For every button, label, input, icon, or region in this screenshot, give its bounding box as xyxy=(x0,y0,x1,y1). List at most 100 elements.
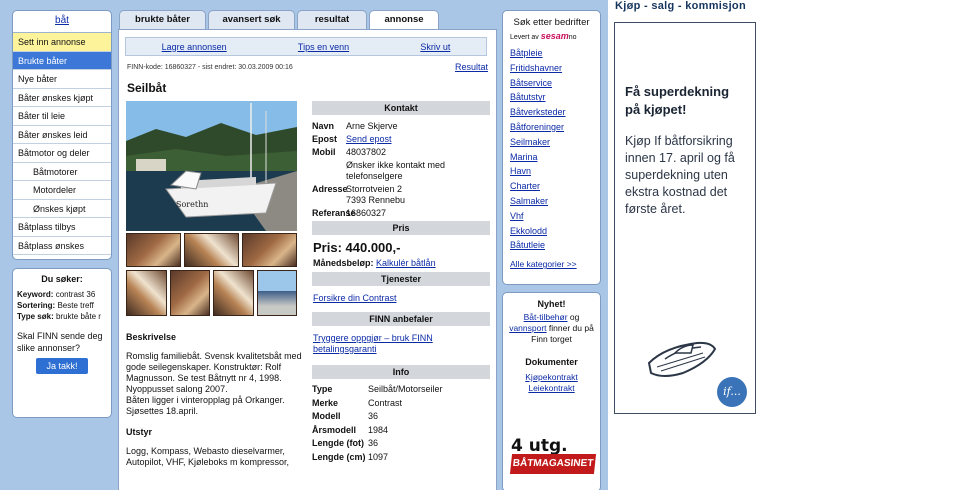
company-link[interactable]: Båtservice xyxy=(510,76,593,91)
thumbnail-2[interactable] xyxy=(184,233,239,267)
info-key: Lengde (fot) xyxy=(312,438,364,448)
nav-item-bater-onskes-kjopt[interactable]: Båter ønskes kjøpt xyxy=(13,89,111,107)
search-type-value: brukte båte r xyxy=(55,312,101,321)
company-link[interactable]: Fritidshavner xyxy=(510,61,593,76)
nav-item-batmotor-og-deler[interactable]: Båtmotor og deler xyxy=(13,144,111,163)
thumbnail-6[interactable] xyxy=(213,270,254,316)
magazine-logo: BÅTMAGASINET xyxy=(509,454,597,474)
insurance-banner-ad[interactable]: Få superdekning på kjøpet! Kjøp If båtfo… xyxy=(614,22,756,414)
company-link[interactable]: Havn xyxy=(510,164,593,179)
ad-title: Seilbåt xyxy=(127,81,167,95)
nav-item-batplass-onskes[interactable]: Båtplass ønskes xyxy=(13,237,111,255)
tab-annonse[interactable]: annonse xyxy=(369,10,439,31)
company-link[interactable]: Vhf xyxy=(510,209,593,224)
tip-friend-link[interactable]: Tips en venn xyxy=(298,42,349,52)
contact-name-label: Navn xyxy=(312,121,335,131)
banner-headline: Få superdekning på kjøpet! xyxy=(625,84,730,117)
company-link[interactable]: Charter xyxy=(510,179,593,194)
purchase-contract-link[interactable]: Kjøpekontrakt xyxy=(508,372,595,383)
magazine-ad[interactable]: 4 utg. BÅTMAGASINET xyxy=(509,436,597,490)
info-row: Type Seilbåt/Motorseiler xyxy=(312,383,490,396)
info-value: Seilbåt/Motorseiler xyxy=(368,384,443,394)
left-category-nav: båt Sett inn annonse Brukte båter Nye bå… xyxy=(12,10,112,260)
alert-question: Skal FINN sende deg slike annonser? xyxy=(17,331,103,353)
search-summary-box: Du søker: Keyword: contrast 36 Sortering… xyxy=(12,268,112,418)
boat-accessories-link[interactable]: Båt-tilbehør xyxy=(524,312,568,322)
monthly-label: Månedsbeløp: xyxy=(313,258,374,268)
all-categories-link[interactable]: Alle kategorier >> xyxy=(510,257,593,272)
company-link[interactable]: Ekkolodd xyxy=(510,224,593,239)
rental-contract-link[interactable]: Leiekontrakt xyxy=(508,383,595,394)
delivered-by-label: Levert av xyxy=(510,34,539,41)
description-text-1: Romslig familiebåt. Svensk kvalitetsbåt … xyxy=(126,351,302,383)
company-link[interactable]: Båtforeninger xyxy=(510,120,593,135)
nav-item-motordeler[interactable]: Motordeler xyxy=(13,181,111,200)
thumbnail-5[interactable] xyxy=(169,270,210,316)
main-photo[interactable]: Sorethn xyxy=(126,101,297,231)
send-email-link[interactable]: Send epost xyxy=(346,134,490,145)
thumbnail-7[interactable] xyxy=(256,270,297,316)
contact-name-row: Navn Arne Skjerve xyxy=(312,121,490,132)
nav-item-brukte-bater[interactable]: Brukte båter xyxy=(13,51,111,70)
contact-email-label: Epost xyxy=(312,134,338,144)
search-summary-title: Du søker: xyxy=(41,274,83,284)
sort-label: Sortering: xyxy=(17,301,56,310)
search-type-label: Type søk: xyxy=(17,312,54,321)
tab-brukte-bater[interactable]: brukte båter xyxy=(119,10,206,30)
company-link[interactable]: Seilmaker xyxy=(510,135,593,150)
ad-panel: Lagre annonsen Tips en venn Skriv ut FIN… xyxy=(118,29,497,490)
thumbnail-4[interactable] xyxy=(126,270,167,316)
info-row: Lengde (cm) 1097 xyxy=(312,451,490,464)
nav-item-onskes-kjopt[interactable]: Ønskes kjøpt xyxy=(13,200,111,218)
news-box: Nyhet! Båt-tilbehør og vannsport finner … xyxy=(502,292,601,490)
nav-item-batplass-tilbys[interactable]: Båtplass tilbys xyxy=(13,218,111,237)
search-type-row: Type søk: brukte båte r xyxy=(17,311,107,322)
news-text-and: og xyxy=(569,312,580,322)
back-to-results-link[interactable]: Resultat xyxy=(455,62,488,72)
magazine-issue: 4 utg. xyxy=(511,436,568,456)
ref-label: Referanse xyxy=(312,208,356,218)
price-header: Pris xyxy=(312,221,490,235)
insurance-link[interactable]: Forsikre din Contrast xyxy=(313,293,490,303)
services-header: Tjenester xyxy=(312,272,490,286)
boat-photo-image: Sorethn xyxy=(126,101,297,231)
contact-ref-row: Referanse 16860327 xyxy=(312,208,490,219)
tab-avansert-sok[interactable]: avansert søk xyxy=(208,10,295,30)
if-logo: if... xyxy=(717,377,747,407)
nav-item-sett-inn-annonse[interactable]: Sett inn annonse xyxy=(13,33,111,52)
company-link[interactable]: Marina xyxy=(510,150,593,165)
print-link[interactable]: Skriv ut xyxy=(420,42,450,52)
info-row: Modell 36 xyxy=(312,410,490,423)
nav-item-bater-til-leie[interactable]: Båter til leie xyxy=(13,107,111,126)
save-ad-link[interactable]: Lagre annonsen xyxy=(162,42,227,52)
company-link[interactable]: Salmaker xyxy=(510,194,593,209)
thumbnail-1[interactable] xyxy=(126,233,181,267)
info-value: 36 xyxy=(368,438,379,448)
category-header-link[interactable]: båt xyxy=(13,11,111,33)
company-link[interactable]: Båtpleie xyxy=(510,46,593,61)
no-telemarketing-row: Ønsker ikke kontakt med telefonselgere xyxy=(312,160,490,182)
finn-code: FINN-kode: 16860327 - sist endret: 30.03… xyxy=(127,64,293,71)
thumbnail-3[interactable] xyxy=(242,233,297,267)
company-link[interactable]: Båtutstyr xyxy=(510,90,593,105)
address-line-1: Storrotveien 2 xyxy=(346,184,403,194)
company-link[interactable]: Båtutleie xyxy=(510,238,593,253)
payment-guarantee-link[interactable]: Tryggere oppgjør – bruk FINN betalingsga… xyxy=(313,333,453,355)
tab-resultat[interactable]: resultat xyxy=(297,10,367,30)
info-row: Merke Contrast xyxy=(312,397,490,410)
nav-item-bater-onskes-leid[interactable]: Båter ønskes leid xyxy=(13,126,111,144)
equipment-text: Logg, Kompass, Webasto dieselvarmer, Aut… xyxy=(126,446,290,467)
subscribe-button[interactable]: Ja takk! xyxy=(36,358,88,374)
ref-value: 16860327 xyxy=(346,208,387,218)
nav-item-batmotorer[interactable]: Båtmotorer xyxy=(13,163,111,181)
company-link[interactable]: Båtverksteder xyxy=(510,105,593,120)
info-value: 36 xyxy=(368,411,379,421)
loan-calculator-link[interactable]: Kalkulér båtlån xyxy=(376,258,436,268)
no-telemarketing-note: Ønsker ikke kontakt med telefonselgere xyxy=(346,160,446,181)
nav-item-nye-bater[interactable]: Nye båter xyxy=(13,70,111,89)
thumbnail-row-1 xyxy=(126,233,297,267)
recommends-header: FINN anbefaler xyxy=(312,312,490,326)
watersports-link[interactable]: vannsport xyxy=(509,323,546,333)
description-text-3: Båten ligger i vinteropplag på Orkanger.… xyxy=(126,395,285,416)
info-table: Type Seilbåt/Motorseiler Merke Contrast Mo… xyxy=(312,383,490,463)
